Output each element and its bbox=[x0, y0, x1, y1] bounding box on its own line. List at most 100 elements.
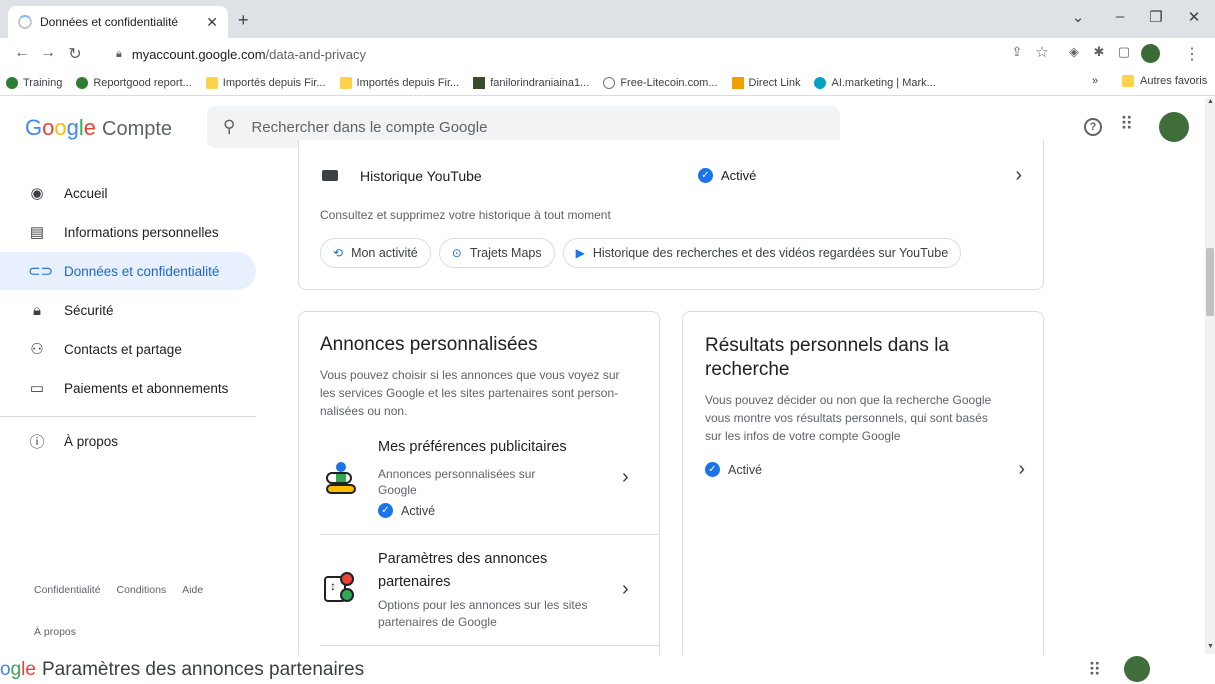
bookmark-item[interactable]: Reportgood report... bbox=[76, 76, 192, 89]
forward-icon[interactable]: → bbox=[36, 44, 60, 62]
bookmark-icon bbox=[814, 76, 827, 89]
location-pin-icon: ⊙ bbox=[451, 246, 462, 260]
bookmark-item[interactable]: Free-Litecoin.com... bbox=[603, 76, 718, 89]
google-logo-fragment: ogle bbox=[0, 659, 36, 680]
other-bookmarks-folder[interactable]: Autres favoris bbox=[1122, 75, 1207, 87]
puzzle-icon[interactable]: ✱ bbox=[1087, 44, 1111, 60]
item-divider bbox=[320, 645, 660, 646]
partner-ads-subtitle: Options pour les annonces sur les sites … bbox=[378, 598, 588, 629]
id-card-icon: ▤ bbox=[29, 224, 45, 241]
history-description: Consultez et supprimez votre historique … bbox=[320, 208, 611, 222]
youtube-icon bbox=[322, 170, 338, 181]
toggle-icon: ⊂⊃ bbox=[28, 263, 54, 280]
personal-results-description: Vous pouvez décider ou non que la recher… bbox=[705, 393, 992, 443]
product-name: Compte bbox=[102, 118, 173, 140]
apps-grid-icon[interactable]: ⠿ bbox=[1088, 660, 1101, 681]
reload-icon[interactable]: ↻ bbox=[63, 44, 87, 64]
bookmark-icon bbox=[473, 76, 486, 89]
partner-ads-illustration-icon: ↕ bbox=[322, 570, 358, 606]
url-path: /data-and-privacy bbox=[265, 46, 366, 62]
chevron-right-icon: › bbox=[1015, 164, 1022, 186]
lock-icon: 🔒︎ bbox=[33, 301, 41, 319]
maps-timeline-chip[interactable]: ⊙ Trajets Maps bbox=[438, 238, 555, 268]
google-logo: Google bbox=[25, 115, 97, 140]
people-icon: ⚇ bbox=[30, 341, 44, 358]
bookmark-folder[interactable]: Importés depuis Fir... bbox=[339, 76, 459, 89]
personal-results-title: Résultats personnels dans la recherche bbox=[705, 335, 949, 380]
bookmark-icon bbox=[6, 76, 18, 89]
bookmark-star-icon[interactable]: ☆ bbox=[1030, 43, 1054, 61]
ad-preferences-status: ✓ Activé bbox=[378, 503, 435, 518]
share-icon[interactable]: ⇪ bbox=[1005, 44, 1029, 60]
bookmark-icon bbox=[731, 76, 744, 89]
sidebar-item-about[interactable]: ⓘ À propos bbox=[0, 422, 256, 460]
sidebar-item-payments[interactable]: ▭ Paiements et abonnements bbox=[0, 369, 256, 407]
sidebar-footer-links: Confidentialité Conditions Aide bbox=[34, 584, 203, 596]
check-icon: ✓ bbox=[705, 462, 720, 477]
close-window-button[interactable]: ✕ bbox=[1182, 8, 1206, 26]
sidebar-item-people-sharing[interactable]: ⚇ Contacts et partage bbox=[0, 330, 256, 368]
close-tab-icon[interactable]: ✕ bbox=[206, 14, 218, 31]
my-activity-chip[interactable]: ⟲ Mon activité bbox=[320, 238, 431, 268]
partner-ads-title: Paramètres des annonces partenaires bbox=[378, 551, 548, 590]
menu-icon[interactable]: ⋮ bbox=[1180, 44, 1204, 64]
ads-card-description: Vous pouvez choisir si les annonces que … bbox=[320, 368, 620, 418]
folder-icon bbox=[339, 76, 352, 89]
sidebar-item-home[interactable]: ◉ Accueil bbox=[0, 174, 256, 212]
more-bookmarks-button[interactable]: » bbox=[1092, 75, 1098, 87]
history-clock-icon: ⟲ bbox=[333, 246, 344, 260]
ad-preferences-title: Mes préférences publicitaires bbox=[378, 439, 567, 455]
url-domain: myaccount.google.com bbox=[131, 46, 266, 62]
personal-results-toggle-row[interactable]: ✓ Activé › bbox=[705, 458, 1025, 481]
extension-icon[interactable]: ◈ bbox=[1062, 44, 1086, 60]
bookmark-icon bbox=[603, 76, 616, 89]
privacy-link[interactable]: Confidentialité bbox=[34, 584, 101, 596]
chevron-right-icon: › bbox=[622, 466, 629, 488]
help-link[interactable]: Aide bbox=[182, 584, 203, 596]
search-icon: ⚲ bbox=[223, 117, 236, 136]
loading-icon bbox=[18, 15, 32, 29]
minimize-button[interactable]: – bbox=[1108, 8, 1132, 25]
bookmark-item[interactable]: fanilorindraniaina1... bbox=[473, 76, 589, 89]
check-icon: ✓ bbox=[698, 168, 713, 183]
scroll-down-icon[interactable]: ▼ bbox=[1207, 643, 1214, 650]
bookmark-item[interactable]: Direct Link bbox=[731, 76, 800, 89]
profile-avatar[interactable] bbox=[1141, 44, 1160, 63]
footer-about-link[interactable]: À propos bbox=[34, 626, 76, 638]
sidebar-item-personal-info[interactable]: ▤ Informations personnelles bbox=[0, 213, 256, 251]
sticky-title: ogle Paramètres des annonces partenaires bbox=[0, 659, 365, 680]
scrollbar-thumb[interactable] bbox=[1206, 248, 1214, 316]
account-avatar[interactable] bbox=[1124, 656, 1150, 682]
folder-icon bbox=[205, 76, 218, 89]
account-avatar[interactable] bbox=[1159, 112, 1189, 142]
sidebar-divider bbox=[0, 416, 256, 417]
sidebar-item-security[interactable]: 🔒︎ Sécurité bbox=[0, 291, 256, 329]
bookmark-item[interactable]: Training bbox=[6, 76, 62, 89]
tab-title: Données et confidentialité bbox=[40, 15, 179, 29]
scroll-up-icon[interactable]: ▲ bbox=[1207, 98, 1214, 105]
ad-preferences-subtitle: Annonces personnalisées sur Google bbox=[378, 467, 536, 497]
apps-grid-icon[interactable]: ⠿ bbox=[1120, 114, 1133, 135]
chevron-right-icon: › bbox=[1018, 458, 1025, 480]
youtube-icon: ▶ bbox=[575, 246, 585, 260]
help-icon[interactable]: ? bbox=[1084, 118, 1102, 136]
youtube-history-chip[interactable]: ▶ Historique des recherches et des vidéos… bbox=[562, 238, 962, 268]
check-icon: ✓ bbox=[378, 503, 393, 518]
restore-button[interactable]: ❐ bbox=[1144, 8, 1168, 26]
youtube-history-row[interactable]: Historique YouTube ✓ Activé › bbox=[322, 164, 1022, 187]
bookmark-folder[interactable]: Importés depuis Fir... bbox=[205, 76, 326, 89]
back-icon[interactable]: ← bbox=[10, 44, 34, 62]
history-chips: ⟲ Mon activité ⊙ Trajets Maps ▶ Historique … bbox=[320, 238, 962, 268]
terms-link[interactable]: Conditions bbox=[117, 584, 167, 596]
page-scrollbar[interactable] bbox=[1205, 97, 1215, 654]
tab-search-icon[interactable]: ⌄ bbox=[1066, 8, 1090, 26]
lock-icon: 🔒︎ bbox=[116, 47, 122, 60]
sidebar-item-data-privacy[interactable]: ⊂⊃ Données et confidentialité bbox=[0, 252, 256, 290]
sidepanel-icon[interactable]: ▢ bbox=[1112, 44, 1136, 60]
url-field[interactable]: 🔒︎ myaccount.google.com /data-and-privac… bbox=[100, 42, 1000, 66]
new-tab-button[interactable]: + bbox=[238, 10, 249, 31]
bookmark-item[interactable]: AI.marketing | Mark... bbox=[814, 76, 936, 89]
ads-card-title: Annonces personnalisées bbox=[320, 334, 538, 355]
google-account-logo[interactable]: Google Compte bbox=[25, 115, 172, 141]
browser-tab[interactable]: Données et confidentialité ✕ bbox=[8, 6, 228, 38]
